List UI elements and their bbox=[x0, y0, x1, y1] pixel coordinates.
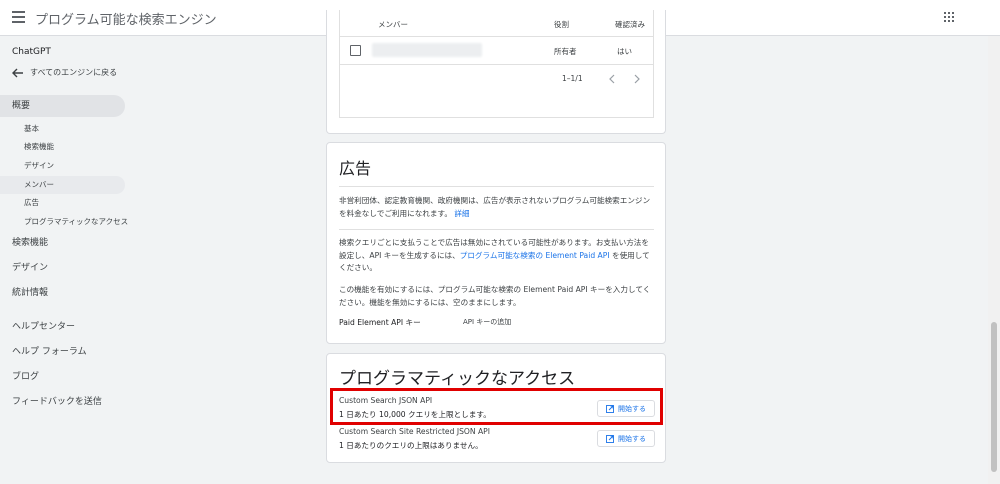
details-link[interactable]: 詳細 bbox=[454, 209, 469, 218]
sidebar-item-label: 概要 bbox=[12, 101, 31, 111]
sidebar-item-label: 広告 bbox=[24, 198, 39, 207]
engine-name: ChatGPT bbox=[12, 47, 51, 57]
member-confirmed: はい bbox=[617, 47, 632, 56]
back-to-all-engines-link[interactable]: すべてのエンジンに戻る bbox=[12, 67, 117, 78]
sidebar-item-overview[interactable]: 概要 bbox=[0, 95, 125, 117]
add-api-key-link[interactable]: API キーの追加 bbox=[463, 317, 511, 327]
highlight-box bbox=[330, 388, 663, 425]
sidebar-item-label: 検索機能 bbox=[12, 238, 49, 248]
member-name-redacted bbox=[372, 43, 482, 57]
element-paid-api-link[interactable]: プログラム可能な検索の Element Paid API bbox=[460, 251, 610, 260]
column-member: メンバー bbox=[378, 20, 408, 29]
scrollbar[interactable] bbox=[988, 36, 1000, 484]
ads-enable-text: この機能を有効にするには、プログラム可能な検索の Element Paid AP… bbox=[339, 285, 651, 307]
paid-api-key-label: Paid Element API キー bbox=[339, 318, 421, 327]
scrollbar-thumb[interactable] bbox=[991, 322, 997, 472]
sidebar: ChatGPT すべてのエンジンに戻る 概要 基本 検索機能 デザイン メンバー… bbox=[0, 36, 130, 484]
arrow-back-icon bbox=[12, 68, 23, 77]
open-in-new-icon bbox=[606, 434, 614, 443]
sidebar-subitem-design[interactable]: デザイン bbox=[24, 155, 54, 177]
sidebar-subitem-members[interactable]: メンバー bbox=[0, 176, 125, 194]
programmatic-access-title: プログラマティックなアクセス bbox=[339, 369, 576, 389]
sidebar-item-label: 基本 bbox=[24, 124, 39, 133]
sidebar-item-label: デザイン bbox=[12, 263, 49, 273]
ads-title: 広告 bbox=[339, 159, 372, 178]
sidebar-item-label: ヘルプセンター bbox=[12, 322, 76, 332]
ads-nonprofit-body: 非営利団体、認定教育機関、政府機関は、広告が表示されないプログラム可能検索エンジ… bbox=[339, 196, 651, 218]
column-confirmed: 確認済み bbox=[615, 20, 645, 29]
button-label: 開始する bbox=[618, 434, 646, 443]
ads-nonprofit-text: 非営利団体、認定教育機関、政府機関は、広告が表示されないプログラム可能検索エンジ… bbox=[339, 195, 655, 220]
start-site-restricted-api-button[interactable]: 開始する bbox=[597, 430, 655, 447]
sidebar-item-send-feedback[interactable]: フィードバックを送信 bbox=[12, 391, 102, 413]
sidebar-item-label: プログラマティックなアクセス bbox=[24, 217, 129, 226]
chevron-right-icon[interactable] bbox=[633, 74, 641, 84]
table-header: メンバー 役割 確認済み bbox=[340, 10, 653, 37]
sidebar-item-label: 統計情報 bbox=[12, 288, 49, 298]
row-checkbox[interactable] bbox=[350, 45, 361, 56]
ads-payment-text: 検索クエリごとに支払うことで広告は無効にされている可能性があります。お支払い方法… bbox=[339, 237, 655, 275]
member-role: 所有者 bbox=[554, 47, 577, 56]
sidebar-item-statistics[interactable]: 統計情報 bbox=[12, 282, 48, 304]
column-role: 役割 bbox=[554, 20, 569, 29]
members-card: メンバー 役割 確認済み 所有者 はい 1–1/1 bbox=[326, 10, 666, 134]
pagination-range: 1–1/1 bbox=[562, 74, 583, 83]
apps-grid-icon[interactable] bbox=[944, 12, 954, 22]
pagination: 1–1/1 bbox=[340, 64, 653, 92]
sidebar-item-design[interactable]: デザイン bbox=[12, 257, 48, 279]
members-table: メンバー 役割 確認済み 所有者 はい 1–1/1 bbox=[339, 10, 654, 118]
sidebar-item-label: デザイン bbox=[24, 161, 54, 170]
divider bbox=[339, 229, 654, 230]
sidebar-item-label: 検索機能 bbox=[24, 142, 54, 151]
sidebar-item-label: ブログ bbox=[12, 372, 40, 382]
chevron-left-icon[interactable] bbox=[608, 74, 616, 84]
sidebar-item-search-features[interactable]: 検索機能 bbox=[12, 232, 48, 254]
sidebar-item-label: ヘルプ フォーラム bbox=[12, 347, 87, 357]
sidebar-subitem-programmatic-access[interactable]: プログラマティックなアクセス bbox=[24, 211, 128, 233]
api-name: Custom Search Site Restricted JSON API bbox=[339, 427, 490, 436]
sidebar-item-label: フィードバックを送信 bbox=[12, 397, 102, 407]
menu-icon[interactable] bbox=[12, 11, 25, 23]
ads-card: 広告 非営利団体、認定教育機関、政府機関は、広告が表示されないプログラム可能検索… bbox=[326, 142, 666, 344]
back-link-label: すべてのエンジンに戻る bbox=[30, 68, 118, 77]
sidebar-item-help-forum[interactable]: ヘルプ フォーラム bbox=[12, 341, 87, 363]
app-title: プログラム可能な検索エンジン bbox=[35, 13, 217, 28]
api-description: 1 日あたりのクエリの上限はありません。 bbox=[339, 441, 483, 450]
divider bbox=[339, 186, 654, 187]
sidebar-item-help-center[interactable]: ヘルプセンター bbox=[12, 316, 75, 338]
sidebar-item-label: メンバー bbox=[24, 180, 54, 189]
table-row: 所有者 はい bbox=[340, 36, 653, 65]
sidebar-item-blog[interactable]: ブログ bbox=[12, 366, 39, 388]
